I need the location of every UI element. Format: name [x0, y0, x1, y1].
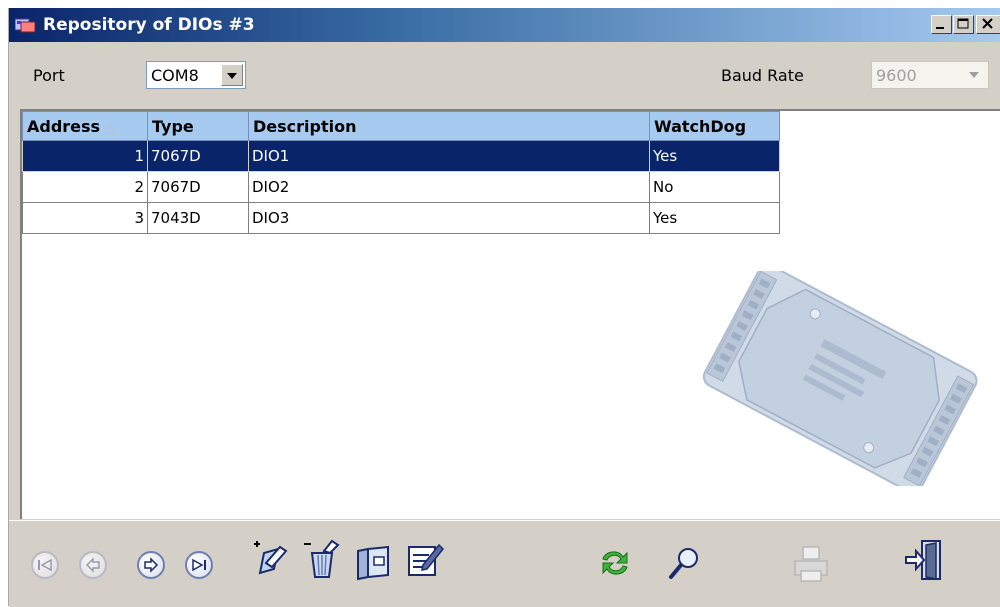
title-bar[interactable]: Repository of DIOs #3	[9, 8, 1000, 42]
app-icon	[15, 18, 36, 33]
cell-address[interactable]: 1	[22, 140, 148, 172]
cell-address[interactable]: 2	[22, 171, 148, 203]
cell-address[interactable]: 3	[22, 202, 148, 234]
data-grid[interactable]: Address △ Type Description WatchDog 1 706…	[20, 109, 1000, 519]
edit-icon	[408, 543, 445, 576]
last-record-button[interactable]	[185, 551, 213, 579]
cell-description[interactable]: DIO3	[248, 202, 650, 234]
maximize-icon	[957, 18, 969, 29]
cell-watchdog[interactable]: Yes	[649, 202, 780, 234]
search-button[interactable]	[666, 545, 702, 585]
search-icon	[669, 548, 698, 579]
next-record-button[interactable]	[137, 551, 165, 579]
baud-rate-select[interactable]: 9600	[871, 61, 989, 89]
baud-rate-value: 9600	[876, 66, 917, 85]
port-label: Port	[33, 66, 65, 85]
port-select[interactable]: COM8	[146, 61, 246, 89]
minimize-button[interactable]	[931, 15, 952, 34]
column-header-address[interactable]: Address △	[22, 111, 148, 141]
baud-rate-label: Baud Rate	[721, 66, 804, 85]
cell-type[interactable]: 7067D	[147, 140, 249, 172]
bottom-toolbar	[9, 520, 1000, 607]
dio-module-image	[702, 271, 978, 486]
close-button[interactable]	[976, 15, 1000, 34]
refresh-button[interactable]	[599, 547, 631, 583]
window-title: Repository of DIOs #3	[43, 15, 255, 35]
table-header-row: Address △ Type Description WatchDog	[22, 111, 780, 141]
open-folder-icon	[357, 545, 389, 581]
first-record-icon	[38, 558, 52, 572]
port-value: COM8	[151, 66, 199, 85]
exit-button[interactable]	[902, 537, 946, 587]
print-icon	[794, 546, 828, 582]
cell-watchdog[interactable]: Yes	[649, 140, 780, 172]
main-window: Repository of DIOs #3 Port COM8 Baud Rat…	[8, 8, 1000, 607]
table-row[interactable]: 3 7043D DIO3 Yes	[22, 202, 780, 234]
chevron-down-icon	[964, 64, 986, 86]
maximize-button[interactable]	[953, 15, 974, 34]
close-icon	[982, 18, 993, 29]
refresh-icon	[602, 551, 628, 575]
column-header-description[interactable]: Description	[248, 111, 650, 141]
cell-type[interactable]: 7043D	[147, 202, 249, 234]
cell-description[interactable]: DIO1	[248, 140, 650, 172]
dio-table: Address △ Type Description WatchDog 1 706…	[22, 111, 780, 234]
column-header-watchdog[interactable]: WatchDog	[649, 111, 780, 141]
cell-watchdog[interactable]: No	[649, 171, 780, 203]
sort-ascending-icon: △	[106, 120, 116, 135]
table-row[interactable]: 2 7067D DIO2 No	[22, 171, 780, 203]
table-row[interactable]: 1 7067D DIO1 Yes	[22, 140, 780, 172]
delete-record-button[interactable]	[302, 539, 342, 583]
chevron-down-icon[interactable]	[221, 64, 243, 86]
previous-record-icon	[85, 557, 100, 573]
open-folder-button[interactable]	[354, 541, 394, 585]
last-record-icon	[192, 558, 206, 572]
edit-button[interactable]	[405, 539, 445, 583]
add-record-button[interactable]	[252, 539, 292, 583]
minimize-icon	[936, 27, 944, 29]
delete-record-icon	[304, 539, 340, 578]
exit-icon	[905, 540, 941, 580]
add-record-icon	[254, 541, 288, 575]
previous-record-button[interactable]	[79, 551, 107, 579]
next-record-icon	[144, 557, 159, 573]
print-button[interactable]	[791, 543, 831, 587]
first-record-button[interactable]	[31, 551, 59, 579]
column-header-type[interactable]: Type	[147, 111, 249, 141]
cell-type[interactable]: 7067D	[147, 171, 249, 203]
cell-description[interactable]: DIO2	[248, 171, 650, 203]
